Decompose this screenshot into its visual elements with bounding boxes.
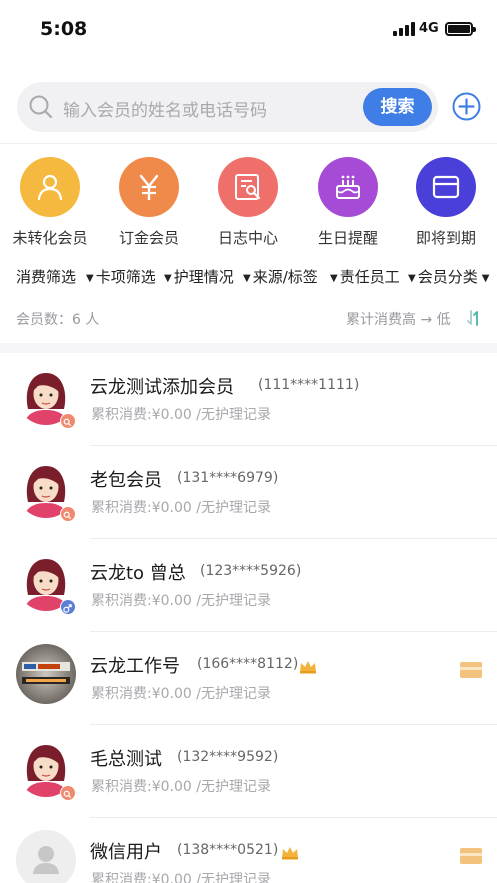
member-phone: (131****6979) [177,470,279,486]
filter-label: 责任员工 [339,268,400,286]
member-summary: 累积消费:¥0.00 /无护理记录 [91,407,271,423]
member-row[interactable]: 云龙测试添加会员 (111****1111) 累积消费:¥0.00 /无护理记录 [0,353,497,446]
member-row[interactable]: 毛总测试 (132****9592) 累积消费:¥0.00 /无护理记录 [0,725,497,818]
member-phone: (138****0521) [177,842,279,858]
quick-action-log-center[interactable]: 日志中心 [198,157,298,248]
section-gap [0,343,497,353]
filter-category[interactable]: ▼ 会员分类 ▼ [408,266,491,287]
log-search-icon [218,157,278,217]
signal-icon [393,22,415,36]
search-icon [29,95,53,119]
search-badge-icon [60,413,76,429]
photo-avatar [16,644,76,704]
member-name: 老包会员 [90,470,162,491]
add-member-icon[interactable] [452,92,481,121]
search-button[interactable]: 搜索 [363,88,432,126]
filter-card-items[interactable]: ▼ 卡项筛选 [86,266,156,287]
quick-action-expiring[interactable]: 即将到期 [396,157,496,248]
sort-toggle[interactable]: 累计消费高 → 低 [346,309,451,329]
member-card-icon[interactable] [460,662,482,678]
default-avatar [16,830,76,883]
caret-down-icon: ▼ [243,273,251,284]
member-phone: (123****5926) [200,563,302,579]
filter-label: 卡项筛选 [95,268,156,286]
caret-down-icon: ▼ [330,273,338,284]
quick-action-birthday[interactable]: 生日提醒 [298,157,398,248]
filter-label: 会员分类 [417,268,478,286]
member-name: 毛总测试 [90,749,162,770]
status-bar: 5:08 4G [0,0,497,60]
member-phone: (132****9592) [177,749,279,765]
member-row[interactable]: 云龙工作号 (166****8112) 累积消费:¥0.00 /无护理记录 [0,632,497,725]
yen-icon [119,157,179,217]
member-summary: 累积消费:¥0.00 /无护理记录 [91,593,271,609]
quick-action-label: 日志中心 [217,229,278,247]
quick-action-deposit[interactable]: 订金会员 [99,157,199,248]
member-row[interactable]: 微信用户 (138****0521) 累积消费:¥0.00 /无护理记录 [0,818,497,883]
quick-action-label: 订金会员 [118,229,179,247]
search-bar[interactable]: 输入会员的姓名或电话号码 搜索 [17,82,438,132]
filter-care-status[interactable]: ▼ 护理情况 [164,266,234,287]
male-badge-icon [60,599,76,615]
filter-label: 护理情况 [173,268,234,286]
divider [0,143,497,144]
caret-down-icon: ▼ [481,273,490,284]
member-name: 微信用户 [90,842,162,863]
caret-down-icon: ▼ [86,273,94,284]
member-row[interactable]: 云龙to 曾总 (123****5926) 累积消费:¥0.00 /无护理记录 [0,539,497,632]
filter-consumption[interactable]: 消费筛选 [16,266,76,287]
member-summary: 累积消费:¥0.00 /无护理记录 [91,779,271,795]
quick-action-label: 生日提醒 [317,229,378,247]
member-name: 云龙工作号 [90,656,180,677]
filter-staff[interactable]: ▼ 责任员工 [330,266,400,287]
filter-label: 来源/标签 [252,268,318,286]
member-count: 会员数：6 人 [16,312,100,328]
crown-icon [282,847,298,860]
network-label: 4G [419,21,439,36]
search-badge-icon [60,785,76,801]
status-time: 5:08 [40,18,88,40]
card-icon [416,157,476,217]
person-icon [20,157,80,217]
quick-action-unconverted[interactable]: 未转化会员 [0,157,100,248]
filter-label: 消费筛选 [16,268,77,286]
filter-source-tag[interactable]: ▼ 来源/标签 [243,266,318,287]
member-summary: 累积消费:¥0.00 /无护理记录 [91,872,271,883]
crown-icon [300,661,316,674]
search-badge-icon [60,506,76,522]
battery-icon [445,22,476,36]
quick-action-label: 未转化会员 [12,229,88,247]
quick-action-label: 即将到期 [415,229,476,247]
member-phone: (166****8112) [197,656,299,672]
member-card-icon[interactable] [460,848,482,864]
cake-icon [318,157,378,217]
filter-bar: 消费筛选 ▼ 卡项筛选 ▼ 护理情况 ▼ 来源/标签 ▼ 责任员工 ▼ 会员分类 ▼ [0,266,497,292]
member-name: 云龙to 曾总 [90,563,186,584]
member-phone: (111****1111) [258,377,360,393]
member-summary: 累积消费:¥0.00 /无护理记录 [91,500,271,516]
member-summary: 累积消费:¥0.00 /无护理记录 [91,686,271,702]
sort-icon[interactable] [465,309,483,327]
caret-down-icon: ▼ [408,273,416,284]
caret-down-icon: ▼ [164,273,172,284]
search-input[interactable]: 输入会员的姓名或电话号码 [63,96,267,121]
member-row[interactable]: 老包会员 (131****6979) 累积消费:¥0.00 /无护理记录 [0,446,497,539]
member-name: 云龙测试添加会员 [90,377,234,398]
